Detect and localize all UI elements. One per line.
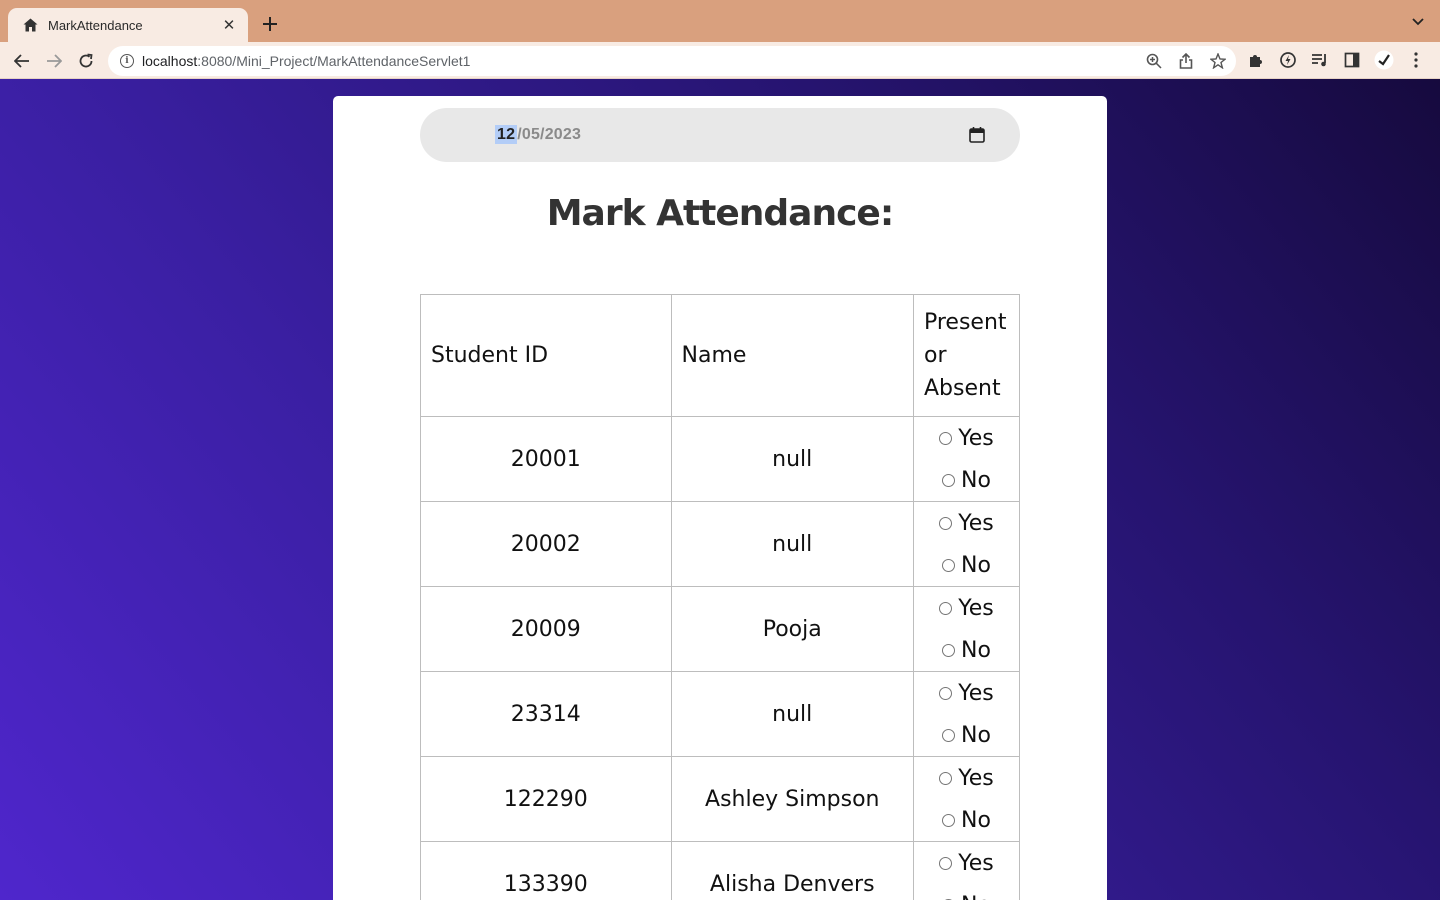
bookmark-star-icon[interactable]	[1208, 51, 1228, 71]
attendance-options: Yes No	[912, 586, 1021, 672]
table-row: 23314 null Yes No	[420, 671, 1021, 757]
date-month-segment[interactable]: 12	[495, 125, 518, 144]
table-row: 122290 Ashley Simpson Yes No	[420, 756, 1021, 842]
no-radio[interactable]	[942, 728, 956, 742]
no-radio[interactable]	[942, 473, 956, 487]
yes-radio[interactable]	[939, 431, 953, 445]
close-tab-icon[interactable]: ✕	[220, 16, 238, 34]
student-name-cell: Alisha Denvers	[670, 841, 914, 900]
forward-arrow-icon[interactable]	[41, 48, 67, 74]
back-arrow-icon[interactable]	[9, 48, 35, 74]
yes-option[interactable]: Yes	[914, 672, 1019, 714]
student-id-cell: 133390	[420, 841, 672, 900]
browser-menu-icon[interactable]	[1406, 49, 1426, 71]
profile-avatar-icon[interactable]	[1374, 49, 1394, 71]
attendance-options: Yes No	[912, 416, 1021, 502]
attendance-card: 12/05/2023 Mark Attendance: Student ID N…	[333, 96, 1107, 900]
tab-search-chevron-icon[interactable]	[1408, 12, 1428, 32]
student-id-cell: 23314	[420, 671, 672, 757]
no-option[interactable]: No	[914, 459, 1019, 501]
zoom-icon[interactable]	[1144, 51, 1164, 71]
attendance-options: Yes No	[912, 841, 1021, 900]
yes-option[interactable]: Yes	[914, 757, 1019, 799]
tab-title: MarkAttendance	[48, 17, 143, 33]
url-text: localhost:8080/Mini_Project/MarkAttendan…	[142, 53, 471, 69]
header-present-absent: Present or Absent	[912, 294, 1021, 417]
student-name-cell: null	[670, 501, 914, 587]
yes-option[interactable]: Yes	[914, 587, 1019, 629]
browser-toolbar: i localhost:8080/Mini_Project/MarkAttend…	[0, 42, 1440, 79]
date-input[interactable]: 12/05/2023	[420, 108, 1020, 162]
side-panel-icon[interactable]	[1342, 49, 1362, 71]
page-title: Mark Attendance:	[546, 193, 895, 234]
address-bar[interactable]: i localhost:8080/Mini_Project/MarkAttend…	[108, 46, 1236, 76]
header-name: Name	[670, 294, 914, 417]
yes-option[interactable]: Yes	[914, 417, 1019, 459]
attendance-table: Student ID Name Present or Absent 20001 …	[420, 294, 1021, 900]
yes-option[interactable]: Yes	[914, 502, 1019, 544]
attendance-options: Yes No	[912, 671, 1021, 757]
no-radio[interactable]	[942, 813, 956, 827]
no-option[interactable]: No	[914, 884, 1019, 900]
yes-radio[interactable]	[939, 601, 953, 615]
student-id-cell: 20002	[420, 501, 672, 587]
active-tab[interactable]: MarkAttendance ✕	[8, 8, 248, 42]
no-radio[interactable]	[942, 558, 956, 572]
share-icon[interactable]	[1176, 51, 1196, 71]
yes-radio[interactable]	[939, 771, 953, 785]
student-name-cell: null	[670, 416, 914, 502]
no-option[interactable]: No	[914, 629, 1019, 671]
table-row: 133390 Alisha Denvers Yes No	[420, 841, 1021, 900]
table-header-row: Student ID Name Present or Absent	[420, 294, 1021, 417]
yes-option[interactable]: Yes	[914, 842, 1019, 884]
new-tab-icon[interactable]	[258, 12, 282, 36]
student-name-cell: Pooja	[670, 586, 914, 672]
page-background: 12/05/2023 Mark Attendance: Student ID N…	[0, 79, 1440, 900]
student-name-cell: Ashley Simpson	[670, 756, 914, 842]
no-option[interactable]: No	[914, 544, 1019, 586]
extensions-puzzle-icon[interactable]	[1246, 49, 1266, 71]
site-info-icon[interactable]: i	[120, 54, 134, 68]
home-icon	[22, 17, 38, 33]
attendance-options: Yes No	[912, 756, 1021, 842]
attendance-options: Yes No	[912, 501, 1021, 587]
reload-icon[interactable]	[73, 48, 99, 74]
tab-strip: MarkAttendance ✕	[0, 0, 1440, 42]
student-id-cell: 20001	[420, 416, 672, 502]
header-student-id: Student ID	[420, 294, 672, 417]
no-radio[interactable]	[942, 643, 956, 657]
no-option[interactable]: No	[914, 799, 1019, 841]
table-row: 20002 null Yes No	[420, 501, 1021, 587]
student-name-cell: null	[670, 671, 914, 757]
student-id-cell: 20009	[420, 586, 672, 672]
performance-icon[interactable]	[1278, 49, 1298, 71]
yes-radio[interactable]	[939, 856, 953, 870]
student-id-cell: 122290	[420, 756, 672, 842]
no-option[interactable]: No	[914, 714, 1019, 756]
table-row: 20001 null Yes No	[420, 416, 1021, 502]
table-row: 20009 Pooja Yes No	[420, 586, 1021, 672]
media-queue-icon[interactable]	[1310, 49, 1330, 71]
yes-radio[interactable]	[939, 516, 953, 530]
date-value: 12/05/2023	[495, 125, 582, 144]
calendar-icon[interactable]	[968, 126, 986, 144]
yes-radio[interactable]	[939, 686, 953, 700]
